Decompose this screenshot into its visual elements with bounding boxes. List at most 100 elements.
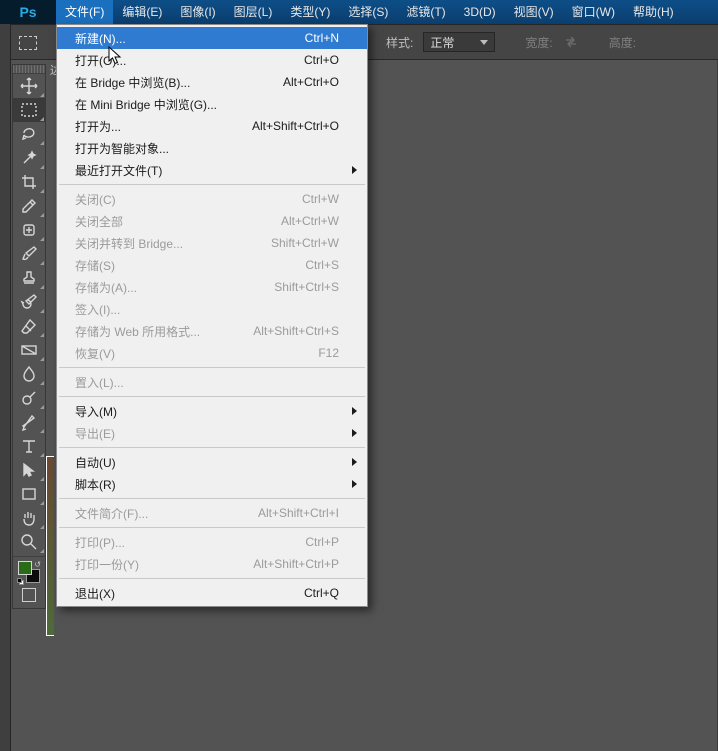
tool-rectangle[interactable] — [13, 482, 45, 506]
menu-item-label: 新建(N)... — [75, 30, 126, 47]
file-menu-item-27: 打印(P)...Ctrl+P — [57, 531, 367, 553]
menu-separator — [59, 578, 365, 579]
menu-9[interactable]: 窗口(W) — [563, 0, 624, 24]
style-select[interactable]: 正常 — [423, 32, 495, 52]
file-menu-item-22[interactable]: 自动(U) — [57, 451, 367, 473]
standard-mode-button[interactable] — [22, 588, 36, 602]
blur-icon — [20, 365, 38, 383]
file-menu-item-1[interactable]: 打开(O)... Ctrl+O — [57, 49, 367, 71]
move-icon — [20, 77, 38, 95]
swap-dimensions-icon[interactable] — [563, 34, 579, 50]
menu-8[interactable]: 视图(V) — [505, 0, 563, 24]
file-menu-item-20: 导出(E) — [57, 422, 367, 444]
file-menu-item-30[interactable]: 退出(X) Ctrl+Q — [57, 582, 367, 604]
menu-4[interactable]: 类型(Y) — [281, 0, 339, 24]
file-menu-item-23[interactable]: 脚本(R) — [57, 473, 367, 495]
menus: 文件(F)编辑(E)图像(I)图层(L)类型(Y)选择(S)滤镜(T)3D(D)… — [56, 0, 683, 24]
file-menu-item-5[interactable]: 打开为智能对象... — [57, 137, 367, 159]
file-menu-item-8: 关闭(C) Ctrl+W — [57, 188, 367, 210]
foreground-color[interactable] — [18, 561, 32, 575]
dodge-icon — [20, 389, 38, 407]
tool-eraser[interactable] — [13, 314, 45, 338]
menu-item-label: 文件简介(F)... — [75, 505, 148, 522]
healing-icon — [20, 221, 38, 239]
menu-0[interactable]: 文件(F) — [56, 0, 113, 24]
tool-brush[interactable] — [13, 242, 45, 266]
hand-icon — [20, 509, 38, 527]
default-colors-icon[interactable] — [17, 578, 24, 585]
tool-hand[interactable] — [13, 506, 45, 530]
tool-lasso[interactable] — [13, 122, 45, 146]
menu-item-label: 存储(S) — [75, 257, 115, 274]
file-menu-item-28: 打印一份(Y) Alt+Shift+Ctrl+P — [57, 553, 367, 575]
tool-zoom[interactable] — [13, 530, 45, 554]
menu-item-shortcut: Ctrl+O — [304, 53, 339, 67]
menu-1[interactable]: 编辑(E) — [113, 0, 171, 24]
app-logo-text: Ps — [19, 4, 36, 20]
menu-item-shortcut: Alt+Shift+Ctrl+P — [253, 557, 339, 571]
menu-item-shortcut: Alt+Shift+Ctrl+O — [252, 119, 339, 133]
toolbox-grip[interactable] — [13, 65, 45, 74]
tool-gradient[interactable] — [13, 338, 45, 362]
menu-item-label: 打开(O)... — [75, 52, 126, 69]
menu-separator — [59, 396, 365, 397]
menu-item-label: 打开为... — [75, 118, 121, 135]
file-menu-item-4[interactable]: 打开为... Alt+Shift+Ctrl+O — [57, 115, 367, 137]
tool-stamp[interactable] — [13, 266, 45, 290]
height-label: 高度: — [609, 34, 636, 51]
menu-item-shortcut: Alt+Shift+Ctrl+S — [253, 324, 339, 338]
tool-history-brush[interactable] — [13, 290, 45, 314]
menu-item-label: 存储为(A)... — [75, 279, 137, 296]
menu-item-label: 退出(X) — [75, 585, 115, 602]
eyedropper-icon — [20, 197, 38, 215]
menu-item-shortcut: Shift+Ctrl+S — [274, 280, 339, 294]
file-menu-item-15: 恢复(V)F12 — [57, 342, 367, 364]
file-menu-item-3[interactable]: 在 Mini Bridge 中浏览(G)... — [57, 93, 367, 115]
file-menu-item-6[interactable]: 最近打开文件(T) — [57, 159, 367, 181]
menu-item-label: 自动(U) — [75, 454, 116, 471]
menu-3[interactable]: 图层(L) — [225, 0, 282, 24]
menu-item-label: 恢复(V) — [75, 345, 115, 362]
file-menu-item-9: 关闭全部Alt+Ctrl+W — [57, 210, 367, 232]
menu-item-shortcut: Ctrl+Q — [304, 586, 339, 600]
menu-item-label: 导出(E) — [75, 425, 115, 442]
tool-magic-wand[interactable] — [13, 146, 45, 170]
tool-path-select[interactable] — [13, 458, 45, 482]
menu-item-label: 最近打开文件(T) — [75, 162, 162, 179]
type-icon — [20, 437, 38, 455]
file-menu-item-14: 存储为 Web 所用格式...Alt+Shift+Ctrl+S — [57, 320, 367, 342]
tool-type[interactable] — [13, 434, 45, 458]
lasso-icon — [20, 125, 38, 143]
tool-dodge[interactable] — [13, 386, 45, 410]
menu-item-label: 打印(P)... — [75, 534, 125, 551]
file-menu-item-0[interactable]: 新建(N)...Ctrl+N — [57, 27, 367, 49]
menu-2[interactable]: 图像(I) — [171, 0, 224, 24]
crop-icon — [20, 173, 38, 191]
tool-eyedropper[interactable] — [13, 194, 45, 218]
style-label: 样式: — [386, 34, 413, 51]
marquee-icon — [20, 101, 38, 119]
stamp-icon — [20, 269, 38, 287]
swap-colors-icon[interactable]: ↺ — [34, 560, 41, 569]
tool-pen[interactable] — [13, 410, 45, 434]
tool-crop[interactable] — [13, 170, 45, 194]
menu-10[interactable]: 帮助(H) — [624, 0, 683, 24]
file-menu-item-2[interactable]: 在 Bridge 中浏览(B)...Alt+Ctrl+O — [57, 71, 367, 93]
tool-blur[interactable] — [13, 362, 45, 386]
color-swatches[interactable]: ↺ — [13, 556, 45, 584]
menu-7[interactable]: 3D(D) — [455, 0, 505, 24]
menu-item-label: 关闭(C) — [75, 191, 116, 208]
tool-preset-button[interactable] — [6, 25, 50, 61]
menu-item-label: 在 Bridge 中浏览(B)... — [75, 74, 190, 91]
file-menu-item-19[interactable]: 导入(M) — [57, 400, 367, 422]
menu-item-shortcut: Ctrl+S — [305, 258, 339, 272]
tool-healing[interactable] — [13, 218, 45, 242]
menu-item-shortcut: Ctrl+W — [302, 192, 339, 206]
menu-5[interactable]: 选择(S) — [339, 0, 397, 24]
menu-separator — [59, 527, 365, 528]
tool-move[interactable] — [13, 74, 45, 98]
menu-6[interactable]: 滤镜(T) — [397, 0, 454, 24]
menu-item-label: 打印一份(Y) — [75, 556, 139, 573]
tool-marquee[interactable] — [13, 98, 45, 122]
menu-item-label: 置入(L)... — [75, 374, 124, 391]
